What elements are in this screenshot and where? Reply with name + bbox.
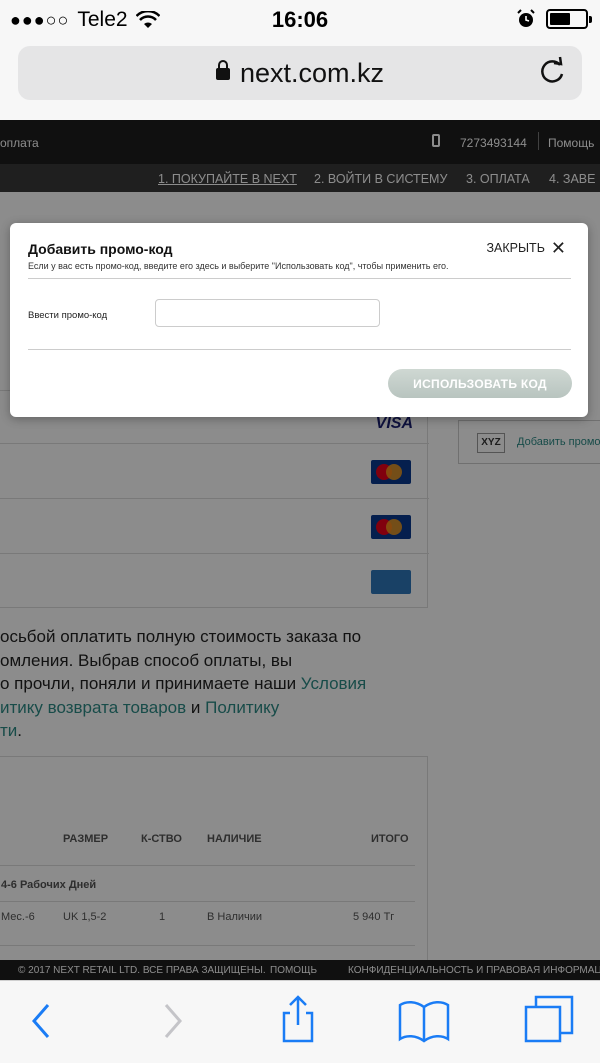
- close-button[interactable]: ЗАКРЫТЬ ✕: [486, 238, 566, 258]
- lock-icon: [215, 60, 230, 80]
- close-icon: ✕: [550, 238, 566, 258]
- status-icons: [516, 9, 592, 29]
- tabs-icon[interactable]: [522, 993, 578, 1049]
- alarm-icon: [517, 9, 535, 27]
- use-code-button[interactable]: ИСПОЛЬЗОВАТЬ КОД: [388, 369, 572, 398]
- dialog-title: Добавить промо-код: [28, 241, 173, 257]
- promo-input-label: Ввести промо-код: [28, 310, 108, 321]
- divider: [28, 349, 571, 350]
- reload-icon[interactable]: [534, 54, 570, 90]
- battery-icon: [546, 9, 592, 29]
- browser-toolbar: [0, 980, 600, 1063]
- dialog-subtitle: Если у вас есть промо-код, введите его з…: [28, 261, 449, 271]
- close-label: ЗАКРЫТЬ: [486, 241, 545, 255]
- forward-icon[interactable]: [144, 993, 200, 1049]
- promo-code-dialog: Добавить промо-код Если у вас есть промо…: [10, 223, 588, 417]
- divider: [28, 278, 571, 279]
- browser-header: next.com.kz: [0, 38, 600, 120]
- url-text: next.com.kz: [239, 58, 385, 88]
- clock: 16:06: [271, 7, 329, 32]
- back-icon[interactable]: [14, 993, 70, 1049]
- promo-code-input[interactable]: [155, 299, 380, 327]
- status-bar: ●●●○○ Tele2 16:06: [0, 0, 600, 38]
- bookmarks-icon[interactable]: [396, 993, 452, 1049]
- address-bar[interactable]: next.com.kz: [18, 46, 582, 100]
- web-page: оплата 7273493144 Помощь 1. ПОКУПАЙТЕ В …: [0, 120, 600, 980]
- url-display[interactable]: next.com.kz: [18, 58, 582, 89]
- share-icon[interactable]: [270, 993, 326, 1049]
